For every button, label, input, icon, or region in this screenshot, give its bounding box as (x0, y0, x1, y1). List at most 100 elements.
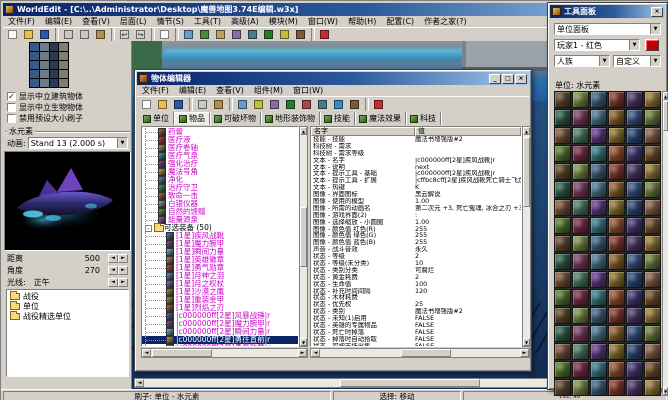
unit-icon[interactable] (626, 235, 643, 252)
property-horizontal-scrollbar[interactable]: ◄ ► (310, 348, 530, 358)
palette-titlebar[interactable]: 工具面板 × (550, 5, 665, 18)
checkbox[interactable] (7, 114, 16, 123)
campaign-editor-button[interactable] (299, 98, 314, 111)
unit-icon[interactable] (572, 217, 589, 234)
chevron-down-icon[interactable]: ▼ (650, 24, 660, 34)
unit-icon[interactable] (608, 235, 625, 252)
unit-icon[interactable] (626, 91, 643, 108)
tree-scroll-thumb[interactable] (300, 207, 307, 267)
terrain-palette-button[interactable] (181, 28, 196, 41)
property-row[interactable]: 图像 - 所需的动画名 第二次元 +3, 死亡冤魂, 冰合之刃 +3, 飞行编队 … (311, 205, 521, 212)
property-row[interactable]: 文本 - 热键 K (311, 184, 521, 191)
unit-icon[interactable] (608, 343, 625, 360)
tree-item[interactable]: |c000000ff[2星]勇气勋章|r (142, 344, 298, 346)
palette-vertical-scrollbar[interactable]: ▲ ▼ (662, 91, 668, 396)
unit-icon[interactable] (626, 361, 643, 378)
redo-button[interactable]: ↪ (133, 28, 148, 41)
object-editor-button[interactable] (261, 28, 276, 41)
scroll-right-icon[interactable]: ► (298, 349, 307, 357)
spin-right-button[interactable]: ► (118, 266, 128, 275)
unit-icon[interactable] (626, 289, 643, 306)
property-grid-pane[interactable]: 名字 值 技能 - 技能 魔法书增强版#2 科技树 - 需求 科技树 - 需求等级 文本… (310, 126, 522, 347)
save-map-button[interactable] (37, 28, 52, 41)
property-row[interactable]: 状态 - 可被市场出售FALSE (311, 343, 521, 346)
unit-icon[interactable] (644, 253, 661, 270)
property-row[interactable]: 图像 - 颜色值 红色(R) 255 (311, 226, 521, 233)
property-row[interactable]: 图像 - 选择缩放 - 小圆圈 1.00 (311, 219, 521, 226)
test-map-button[interactable] (317, 28, 332, 41)
open-map-button[interactable] (21, 28, 36, 41)
unit-icon[interactable] (626, 163, 643, 180)
unit-icon[interactable] (572, 307, 589, 324)
race-combo[interactable]: 人族 ▼ (554, 55, 610, 67)
unit-icon[interactable] (644, 343, 661, 360)
unit-icon[interactable] (590, 145, 607, 162)
terrain-editor-button[interactable] (235, 98, 250, 111)
property-row[interactable]: 状态 - 木材耗费 (311, 294, 521, 301)
unit-icon[interactable] (572, 235, 589, 252)
property-row[interactable]: 状态 - 未知(1)启用 FALSE (311, 315, 521, 322)
spin-left-button[interactable]: ◄ (108, 266, 118, 275)
unit-icon[interactable] (590, 361, 607, 378)
close-icon[interactable]: × (651, 6, 663, 17)
unit-icon[interactable] (590, 343, 607, 360)
property-row[interactable]: 文本 - 名字 |c000000ff[2星]疾风战靴|r (311, 157, 521, 164)
doodad-palette-button[interactable] (197, 28, 212, 41)
unit-icon[interactable] (590, 163, 607, 180)
property-row[interactable]: 文本 - 说明 next (311, 164, 521, 171)
unit-icon[interactable] (554, 379, 571, 396)
unit-icon[interactable] (554, 343, 571, 360)
tree-horizontal-scrollbar[interactable]: ◄ ► (141, 348, 308, 358)
unit-icon[interactable] (554, 91, 571, 108)
unit-icon[interactable] (644, 163, 661, 180)
unit-icon[interactable] (608, 289, 625, 306)
unit-preview-box[interactable] (4, 151, 131, 251)
unit-icon[interactable] (626, 379, 643, 396)
tree-item[interactable]: 医疗气泉 (142, 152, 298, 160)
tree-item[interactable]: 致命一击 (142, 192, 298, 200)
unit-icon[interactable] (554, 253, 571, 270)
property-hscroll-thumb[interactable] (401, 349, 451, 357)
tree-item[interactable]: 药膏 (142, 128, 298, 136)
unit-icon[interactable] (644, 379, 661, 396)
trigger-editor-button[interactable] (251, 98, 266, 111)
tree-item[interactable]: 魔法号角 (142, 168, 298, 176)
scroll-up-icon[interactable]: ▲ (663, 92, 668, 100)
scroll-up-icon[interactable]: ▲ (523, 127, 530, 135)
property-row[interactable]: 状态 - 等级 2 (311, 253, 521, 260)
unit-icon[interactable] (554, 361, 571, 378)
scroll-down-icon[interactable]: ▼ (663, 387, 668, 395)
scroll-down-icon[interactable]: ▼ (300, 338, 307, 346)
property-row[interactable]: 声音 - 战斗音效 永久 (311, 246, 521, 253)
property-row[interactable]: 状态 - 优先权 25 (311, 301, 521, 308)
spin-right-button[interactable]: ► (118, 278, 128, 287)
unit-icon[interactable] (644, 199, 661, 216)
folder-item[interactable]: 单位 (8, 300, 127, 311)
unit-icon[interactable] (590, 217, 607, 234)
tree-item[interactable]: 白银仪器 (142, 200, 298, 208)
paste-button[interactable] (93, 28, 108, 41)
unit-icon[interactable] (572, 199, 589, 216)
unit-icon[interactable] (572, 253, 589, 270)
property-vertical-scrollbar[interactable]: ▲ ▼ (522, 126, 531, 347)
import-manager-button[interactable] (347, 98, 362, 111)
unit-icon[interactable] (608, 127, 625, 144)
unit-icon[interactable] (644, 91, 661, 108)
new-object-button[interactable] (139, 98, 154, 111)
property-row[interactable]: 状态 - 等级(未分类) 10 (311, 260, 521, 267)
property-row[interactable]: 图像 - 使用的模型 1.00 (311, 198, 521, 205)
tree-item[interactable]: 医疗液 (142, 136, 298, 144)
tree-item[interactable]: 净化 (142, 176, 298, 184)
maximize-icon[interactable]: □ (502, 73, 514, 84)
unit-icon[interactable] (572, 361, 589, 378)
unit-icon[interactable] (608, 145, 625, 162)
unit-icon[interactable] (644, 145, 661, 162)
unit-icon[interactable] (590, 235, 607, 252)
property-scroll-thumb[interactable] (523, 137, 530, 207)
palette-type-combo[interactable]: 单位面板 ▼ (554, 23, 661, 35)
unit-icon[interactable] (608, 163, 625, 180)
close-icon[interactable]: × (515, 73, 527, 84)
spin-left-button[interactable]: ◄ (108, 254, 118, 263)
unit-icon[interactable] (572, 289, 589, 306)
unit-icon[interactable] (626, 253, 643, 270)
